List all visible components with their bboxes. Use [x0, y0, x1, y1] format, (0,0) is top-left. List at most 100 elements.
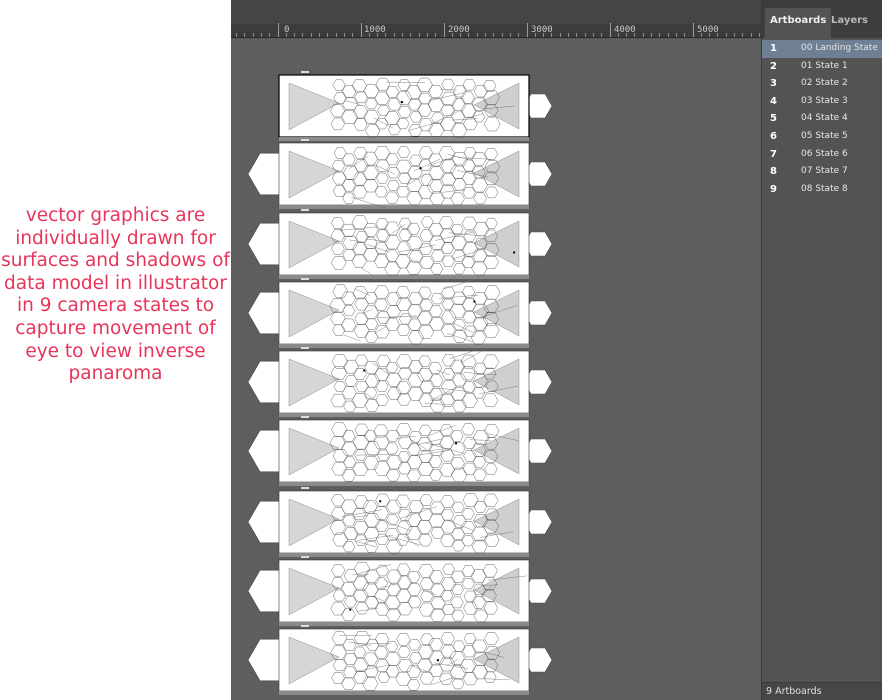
ruler-tick: [651, 33, 652, 37]
artboard-row-5[interactable]: 5 04 State 4: [762, 110, 882, 128]
ruler-tick: [402, 33, 403, 37]
ruler-tick: [343, 33, 345, 37]
ruler-tick: [451, 33, 453, 37]
ruler-tick: [534, 33, 536, 37]
ruler-tick: [385, 33, 387, 37]
ruler-tick: [277, 23, 279, 37]
ruler-tick: [700, 33, 702, 37]
ruler-tick: [352, 33, 354, 37]
artboard-row-7[interactable]: 7 06 State 6: [762, 146, 882, 164]
tab-layers[interactable]: Layers: [826, 8, 873, 38]
ruler-tick: [360, 23, 362, 37]
ruler-tick: [327, 33, 329, 37]
artboard-row-6[interactable]: 6 05 State 5: [762, 128, 882, 146]
ruler-tick: [742, 33, 744, 37]
artboards-panel: Artboards Layers 1 00 Landing State 2 01…: [761, 0, 882, 700]
artboard-number: 1: [770, 43, 777, 54]
ruler-tick: [717, 33, 719, 37]
artboard-count: 9 Artboards: [762, 682, 882, 700]
ruler-tick: [526, 23, 528, 37]
ruler-tick: [236, 33, 237, 37]
artboard-number: 2: [770, 60, 777, 72]
artboard-name: 01 State 1: [801, 60, 848, 71]
artboard-row-4[interactable]: 4 03 State 3: [762, 93, 882, 111]
artboard-state-9[interactable]: [247, 625, 553, 695]
artboard-row-8[interactable]: 8 07 State 7: [762, 163, 882, 181]
ruler-tick: [617, 33, 619, 37]
artboard-number: 4: [770, 95, 777, 107]
ruler-tick: [709, 33, 711, 37]
artboard-row-3[interactable]: 3 02 State 2: [762, 75, 882, 93]
ruler-tick: [468, 33, 470, 37]
ruler-tick: [435, 33, 437, 37]
ruler-tick: [485, 33, 486, 37]
panel-tab-bar: Artboards Layers: [762, 0, 882, 38]
artboard-state-6[interactable]: [247, 416, 553, 486]
tab-artboards[interactable]: Artboards: [765, 8, 832, 38]
ruler-tick: [426, 33, 428, 37]
artboard-state-5[interactable]: [247, 347, 553, 417]
ruler-tick: [750, 33, 752, 37]
ruler-tick: [310, 33, 312, 37]
ruler-tick: [294, 33, 296, 37]
ruler-tick: [377, 33, 379, 37]
artboard-row-2[interactable]: 2 01 State 1: [762, 58, 882, 76]
ruler-tick: [368, 33, 370, 37]
illustrator-window: 0 1000 2000 3000 4000 5000 Artboards Lay…: [231, 0, 882, 700]
ruler-tick: [584, 33, 586, 37]
ruler-tick: [319, 33, 320, 37]
artboard-name: 06 State 6: [801, 148, 848, 159]
horizontal-ruler[interactable]: 0 1000 2000 3000 4000 5000: [231, 23, 761, 38]
artboard-state-2[interactable]: [247, 139, 553, 209]
artboard-name: 08 State 8: [801, 183, 848, 194]
artboard-name: 00 Landing State: [801, 43, 878, 53]
artboard-name: 07 State 7: [801, 166, 848, 177]
ruler-tick: [543, 33, 545, 37]
ruler-tick: [684, 33, 686, 37]
ruler-tick: [667, 33, 669, 37]
ruler-tick: [335, 33, 337, 37]
ruler-tick: [568, 33, 569, 37]
ruler-tick: [692, 23, 694, 37]
artboard-state-1[interactable]: [278, 71, 553, 141]
ruler-tick: [642, 33, 644, 37]
ruler-tick: [244, 33, 246, 37]
ruler-tick: [609, 23, 611, 37]
ruler-tick: [393, 33, 395, 37]
artboard-canvas[interactable]: [231, 39, 761, 700]
artboard-number: 5: [770, 113, 777, 125]
ruler-tick: [252, 33, 254, 37]
document-tab-strip: [231, 0, 761, 24]
ruler-tick: [601, 33, 603, 37]
ruler-tick: [410, 33, 412, 37]
ruler-tick: [734, 33, 735, 37]
ruler-tick: [551, 33, 553, 37]
artboard-number: 8: [770, 166, 777, 178]
ruler-tick: [559, 33, 561, 37]
artboard-number: 7: [770, 148, 777, 160]
ruler-tick: [460, 33, 462, 37]
ruler-tick: [725, 33, 727, 37]
artboard-state-4[interactable]: [247, 277, 553, 348]
ruler-tick: [758, 33, 760, 37]
artboard-state-3[interactable]: [247, 209, 553, 279]
ruler-tick: [659, 33, 661, 37]
ruler-tick: [626, 33, 628, 37]
ruler-label-1000: 1000: [364, 25, 386, 35]
ruler-tick: [260, 33, 262, 37]
ruler-tick: [634, 33, 636, 37]
ruler-tick: [418, 33, 420, 37]
artboard-row-1[interactable]: 1 00 Landing State: [762, 40, 882, 58]
artboard-number: 3: [770, 78, 777, 90]
artboard-state-8[interactable]: [247, 556, 553, 626]
ruler-tick: [285, 33, 287, 37]
ruler-tick: [443, 23, 445, 37]
ruler-tick: [518, 33, 520, 37]
ruler-tick: [476, 33, 478, 37]
caption-text: vector graphics are individually drawn f…: [1, 205, 230, 385]
ruler-tick: [576, 33, 578, 37]
artboard-state-7[interactable]: [247, 487, 553, 557]
ruler-tick: [302, 33, 304, 37]
artboard-row-9[interactable]: 9 08 State 8: [762, 181, 882, 199]
ruler-tick: [509, 33, 511, 37]
